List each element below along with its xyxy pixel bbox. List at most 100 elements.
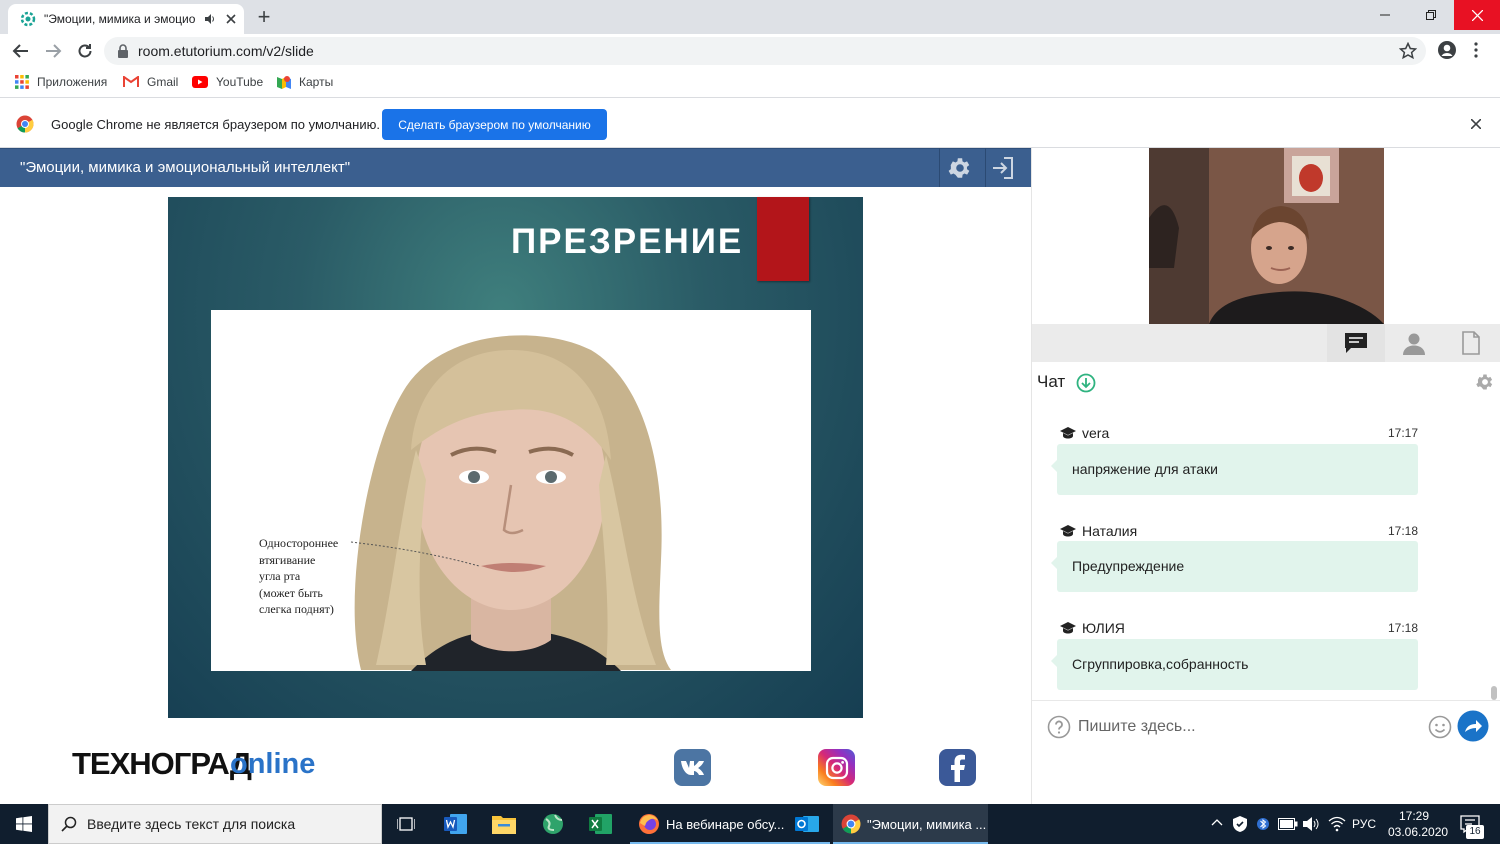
- start-button[interactable]: [0, 804, 48, 844]
- tray-clock[interactable]: 17:29 03.06.2020: [1388, 808, 1448, 840]
- bookmark-label: YouTube: [216, 75, 264, 89]
- bookmark-label: Gmail: [147, 75, 179, 89]
- chat-title: Чат: [1037, 372, 1066, 391]
- search-icon: [61, 816, 77, 832]
- bookmark-label: Приложения: [37, 75, 108, 89]
- chat-bubble-icon: [1344, 332, 1368, 354]
- tab-participants[interactable]: [1385, 324, 1442, 362]
- chat-time: 17:17: [1387, 426, 1418, 440]
- new-tab-button[interactable]: +: [252, 6, 276, 30]
- volume-icon[interactable]: [1302, 816, 1320, 832]
- header-divider: [939, 148, 940, 187]
- taskbar-app-label: На вебинаре обсу...: [666, 816, 785, 832]
- header-divider: [985, 148, 986, 187]
- minimize-button[interactable]: [1362, 0, 1408, 30]
- chrome-icon: [841, 814, 861, 834]
- technograd-logo: ТЕХНОГРАД: [72, 746, 252, 781]
- bluetooth-icon[interactable]: [1257, 815, 1269, 833]
- graduation-cap-icon: [1060, 622, 1076, 634]
- tab-chat[interactable]: [1327, 324, 1385, 362]
- taskbar-search-box[interactable]: Введите здесь текст для поиска: [48, 804, 382, 844]
- back-icon[interactable]: [12, 42, 30, 60]
- chat-message-input[interactable]: [1078, 712, 1418, 742]
- file-explorer-icon[interactable]: [480, 804, 528, 844]
- restore-button[interactable]: [1408, 0, 1454, 30]
- slide-title: ПРЕЗРЕНИЕ: [511, 222, 744, 261]
- browser-globe-icon[interactable]: [529, 804, 577, 844]
- infobar-message: Google Chrome не является браузером по у…: [51, 117, 380, 132]
- gmail-icon: [123, 76, 139, 88]
- chat-bubble: напряжение для атаки: [1051, 444, 1418, 495]
- instagram-icon[interactable]: [818, 749, 855, 786]
- chat-download-icon[interactable]: [1076, 373, 1096, 393]
- input-language[interactable]: РУС: [1352, 817, 1376, 831]
- word-icon[interactable]: [432, 804, 480, 844]
- chat-author: Наталия: [1082, 523, 1138, 539]
- battery-icon[interactable]: [1278, 818, 1298, 830]
- chat-time: 17:18: [1387, 524, 1418, 538]
- tab-audio-icon[interactable]: [204, 13, 216, 25]
- tab-close-icon[interactable]: [226, 14, 236, 24]
- tray-chevron-up-icon[interactable]: [1211, 818, 1223, 826]
- facebook-icon[interactable]: [939, 749, 976, 786]
- taskbar-app-chrome[interactable]: "Эмоции, мимика ...: [833, 804, 988, 844]
- taskbar-app-label: "Эмоции, мимика ...: [867, 816, 987, 832]
- user-icon: [1402, 331, 1426, 355]
- exit-room-icon[interactable]: [990, 155, 1016, 181]
- tab-title: "Эмоции, мимика и эмоцио: [44, 12, 196, 26]
- lock-icon[interactable]: [117, 44, 129, 58]
- send-message-button[interactable]: [1457, 710, 1489, 742]
- slide-accent-bar: [757, 197, 809, 281]
- window-close-button[interactable]: [1454, 0, 1500, 30]
- outlook-icon[interactable]: [783, 804, 831, 844]
- room-settings-gear-icon[interactable]: [947, 155, 973, 181]
- chat-message-header: ЮЛИЯ 17:18: [1060, 619, 1418, 637]
- chat-input-divider: [1032, 700, 1500, 701]
- emoji-icon[interactable]: [1428, 715, 1452, 739]
- graduation-cap-icon: [1060, 427, 1076, 439]
- bookmark-maps[interactable]: Карты: [277, 75, 333, 89]
- infobar-close-icon[interactable]: [1471, 119, 1481, 129]
- apps-grid-icon: [15, 75, 29, 89]
- presenter-webcam-video: [1149, 148, 1384, 324]
- defender-shield-icon[interactable]: [1233, 816, 1247, 832]
- notification-count-badge: 16: [1466, 825, 1484, 839]
- tab-files[interactable]: [1442, 324, 1500, 362]
- chat-settings-gear-icon[interactable]: [1475, 372, 1495, 392]
- vk-icon[interactable]: [674, 749, 711, 786]
- graduation-cap-icon: [1060, 525, 1076, 537]
- chrome-logo-icon: [16, 115, 34, 133]
- set-default-browser-button[interactable]: Сделать браузером по умолчанию: [382, 109, 607, 140]
- document-icon: [1462, 331, 1480, 355]
- taskbar-search-placeholder: Введите здесь текст для поиска: [87, 816, 296, 832]
- youtube-icon: [192, 76, 208, 88]
- technograd-logo-online: online: [230, 748, 316, 780]
- menu-kebab-icon[interactable]: [1473, 42, 1479, 58]
- browser-tab[interactable]: "Эмоции, мимика и эмоцио: [8, 4, 244, 34]
- reload-icon[interactable]: [76, 42, 94, 60]
- chat-author: ЮЛИЯ: [1082, 620, 1125, 636]
- chat-help-icon[interactable]: [1047, 715, 1071, 739]
- chat-author: vera: [1082, 425, 1110, 441]
- wifi-icon[interactable]: [1328, 816, 1346, 832]
- chat-time: 17:18: [1387, 621, 1418, 635]
- maps-icon: [277, 75, 291, 89]
- slide-caption: Одностороннее втягивание угла рта (может…: [259, 536, 339, 616]
- bookmark-youtube[interactable]: YouTube: [192, 75, 263, 89]
- task-view-icon[interactable]: [382, 804, 430, 844]
- bookmark-star-icon[interactable]: [1399, 42, 1417, 60]
- url-text[interactable]: room.etutorium.com/v2/slide: [138, 43, 314, 59]
- profile-avatar-icon[interactable]: [1437, 40, 1457, 60]
- clock-time: 17:29: [1398, 809, 1430, 823]
- windows-logo-icon: [16, 816, 32, 832]
- chat-scrollbar[interactable]: [1491, 686, 1497, 700]
- chat-message-header: Наталия 17:18: [1060, 522, 1418, 540]
- chat-bubble: Сгруппировка,собранность: [1051, 639, 1418, 690]
- chat-message-header: vera 17:17: [1060, 424, 1418, 442]
- bookmark-apps[interactable]: Приложения: [15, 75, 107, 89]
- chat-bubble: Предупреждение: [1051, 541, 1418, 592]
- excel-icon[interactable]: [577, 804, 625, 844]
- forward-icon[interactable]: [44, 42, 62, 60]
- tab-favicon-icon: [20, 11, 36, 27]
- bookmark-gmail[interactable]: Gmail: [123, 75, 178, 89]
